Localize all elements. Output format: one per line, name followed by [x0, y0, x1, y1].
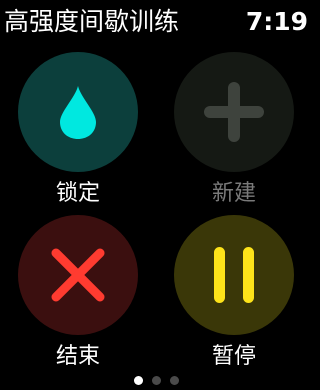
page-indicator[interactable]: [0, 374, 312, 386]
water-drop-icon: [60, 86, 96, 139]
page-title: 高强度间歇训练: [4, 7, 180, 36]
status-header: 高强度间歇训练 7:19: [0, 0, 312, 46]
clock-time: 7:19: [245, 7, 308, 36]
new-label: 新建: [211, 181, 256, 206]
page-dot-1[interactable]: [133, 375, 143, 385]
new-control: 新建: [174, 52, 294, 208]
page-dot-3[interactable]: [169, 375, 179, 385]
end-button[interactable]: [18, 215, 138, 335]
end-control: 结束: [18, 215, 138, 371]
pause-icon: [214, 247, 254, 303]
new-button[interactable]: [174, 52, 294, 172]
pause-label: 暂停: [211, 344, 256, 369]
pause-button[interactable]: [174, 215, 294, 335]
end-label: 结束: [55, 344, 100, 369]
plus-icon: [204, 82, 264, 142]
page-dot-2[interactable]: [151, 375, 161, 385]
pause-control: 暂停: [174, 215, 294, 371]
close-x-icon: [51, 248, 105, 302]
lock-button[interactable]: [18, 52, 138, 172]
lock-label: 锁定: [55, 181, 100, 206]
lock-control: 锁定: [18, 52, 138, 208]
